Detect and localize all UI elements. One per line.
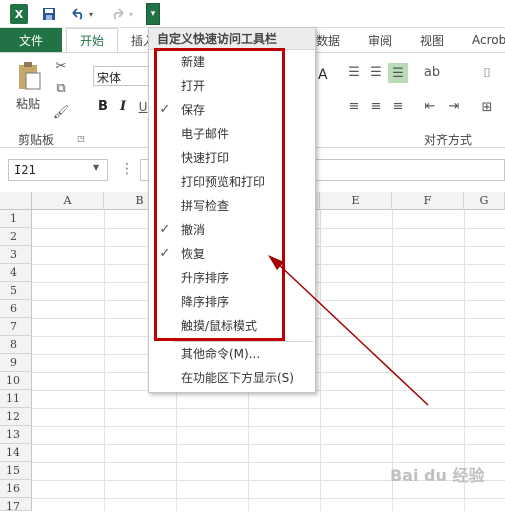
clipboard-group-label: 剪贴板 bbox=[18, 133, 55, 147]
menu-title: 自定义快速访问工具栏 bbox=[149, 28, 315, 50]
formula-bar-separator: ⋮ bbox=[120, 161, 134, 177]
menu-item-label: 其他命令(M)... bbox=[181, 347, 261, 361]
column-header-a[interactable]: A bbox=[32, 192, 104, 210]
format-painter-icon[interactable]: 🖌 bbox=[53, 105, 70, 120]
undo-dropdown-icon[interactable]: ▾ bbox=[86, 4, 96, 24]
underline-icon[interactable]: U bbox=[138, 99, 148, 115]
tab-acrobat[interactable]: Acrobat bbox=[472, 28, 505, 52]
tab-view[interactable]: 视图 bbox=[420, 28, 444, 52]
row-header[interactable]: 17 bbox=[0, 498, 32, 513]
align-bottom-icon[interactable]: ☰ bbox=[388, 63, 408, 83]
menu-item-label: 在功能区下方显示(S) bbox=[181, 371, 294, 385]
row-header[interactable]: 9 bbox=[0, 354, 32, 372]
increase-indent-icon[interactable]: ⇥ bbox=[444, 99, 464, 114]
grid-line bbox=[32, 426, 505, 427]
row-header[interactable]: 14 bbox=[0, 444, 32, 462]
row-header[interactable]: 8 bbox=[0, 336, 32, 354]
undo-icon[interactable] bbox=[70, 4, 86, 24]
redo-icon[interactable] bbox=[110, 4, 126, 24]
row-header[interactable]: 6 bbox=[0, 300, 32, 318]
paste-label[interactable]: 粘贴 bbox=[16, 95, 40, 112]
row-header[interactable]: 12 bbox=[0, 408, 32, 426]
align-middle-icon[interactable]: ☰ bbox=[368, 65, 384, 80]
copy-icon[interactable]: ⧉ bbox=[54, 81, 68, 96]
align-center-icon[interactable]: ≡ bbox=[368, 99, 384, 114]
select-all-corner[interactable] bbox=[0, 192, 32, 210]
annotation-highlight-box bbox=[154, 48, 285, 341]
grid-line bbox=[32, 444, 505, 445]
row-header[interactable]: 7 bbox=[0, 318, 32, 336]
row-header[interactable]: 15 bbox=[0, 462, 32, 480]
clipboard-launcher-icon[interactable]: ◳ bbox=[76, 133, 86, 143]
wrap-text-icon[interactable]: ⌷ bbox=[478, 65, 496, 81]
tab-review[interactable]: 审阅 bbox=[368, 28, 392, 52]
grid-line bbox=[320, 210, 321, 511]
watermark-logo: Bai du 经验 bbox=[390, 466, 485, 485]
tab-data[interactable]: 数据 bbox=[316, 28, 340, 52]
orientation-icon[interactable]: ab bbox=[422, 65, 442, 80]
align-right-icon[interactable]: ≡ bbox=[390, 99, 406, 114]
row-header[interactable]: 1 bbox=[0, 210, 32, 228]
menu-item-show-below-ribbon[interactable]: 在功能区下方显示(S) bbox=[149, 366, 315, 390]
row-header[interactable]: 5 bbox=[0, 282, 32, 300]
row-header[interactable]: 16 bbox=[0, 480, 32, 498]
namebox-dropdown-icon[interactable]: ▼ bbox=[93, 163, 99, 172]
merge-center-icon[interactable]: ⊞ bbox=[478, 99, 496, 115]
font-size-increase-icon[interactable]: A bbox=[318, 67, 328, 83]
paste-icon[interactable] bbox=[14, 59, 44, 93]
redo-dropdown-icon[interactable]: ▾ bbox=[126, 4, 136, 24]
quick-access-toolbar: X ▾ ▾ ▾ bbox=[0, 0, 505, 28]
italic-button[interactable]: I bbox=[120, 99, 126, 114]
save-icon[interactable] bbox=[40, 4, 58, 24]
decrease-indent-icon[interactable]: ⇤ bbox=[420, 99, 440, 114]
bold-button[interactable]: B bbox=[98, 99, 108, 114]
grid-line bbox=[32, 408, 505, 409]
menu-item-more-commands[interactable]: 其他命令(M)... bbox=[149, 342, 315, 366]
row-header[interactable]: 3 bbox=[0, 246, 32, 264]
align-top-icon[interactable]: ☰ bbox=[346, 65, 362, 80]
alignment-group-label: 对齐方式 bbox=[424, 133, 473, 147]
row-header[interactable]: 4 bbox=[0, 264, 32, 282]
cut-icon[interactable]: ✂ bbox=[54, 59, 68, 74]
excel-logo-icon: X bbox=[10, 4, 28, 24]
column-header-g[interactable]: G bbox=[464, 192, 505, 210]
row-header[interactable]: 11 bbox=[0, 390, 32, 408]
tab-file[interactable]: 文件 bbox=[0, 28, 62, 52]
font-name-field[interactable]: 宋体 bbox=[93, 66, 151, 86]
column-header-f[interactable]: F bbox=[392, 192, 464, 210]
row-header[interactable]: 13 bbox=[0, 426, 32, 444]
column-header-e[interactable]: E bbox=[320, 192, 392, 210]
align-left-icon[interactable]: ≡ bbox=[346, 99, 362, 114]
row-header[interactable]: 10 bbox=[0, 372, 32, 390]
tab-home[interactable]: 开始 bbox=[66, 28, 118, 52]
customize-qat-button[interactable]: ▾ bbox=[146, 3, 160, 25]
grid-line bbox=[104, 210, 105, 511]
row-header[interactable]: 2 bbox=[0, 228, 32, 246]
